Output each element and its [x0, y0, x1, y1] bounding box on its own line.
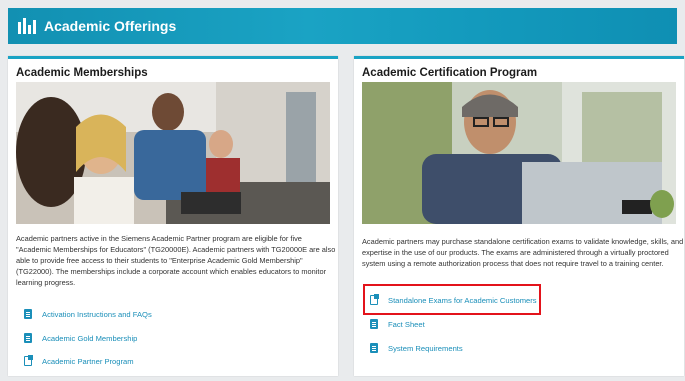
activation-instructions-link[interactable]: Activation Instructions and FAQs: [24, 309, 152, 319]
page-title: Academic Offerings: [44, 18, 177, 34]
link-label: Fact Sheet: [388, 319, 425, 329]
academic-memberships-card: Academic Memberships Academic partners a…: [8, 56, 338, 376]
academic-partner-program-link[interactable]: Academic Partner Program: [24, 355, 134, 366]
fact-sheet-link[interactable]: Fact Sheet: [370, 319, 425, 329]
document-icon: [370, 343, 378, 353]
document-icon: [24, 309, 32, 319]
certification-description: Academic partners may purchase standalon…: [362, 237, 684, 268]
link-label: System Requirements: [388, 343, 463, 353]
memberships-description: Academic partners active in the Siemens …: [16, 234, 336, 287]
document-icon: [370, 319, 378, 329]
link-label: Academic Partner Program: [42, 356, 134, 366]
memberships-title: Academic Memberships: [16, 67, 148, 79]
external-link-icon: [24, 355, 33, 366]
classroom-photo: [16, 82, 330, 224]
man-at-laptop-photo: [362, 82, 676, 224]
bar-chart-icon: [18, 18, 36, 34]
link-label: Academic Gold Membership: [42, 333, 138, 343]
page-banner: Academic Offerings: [8, 8, 677, 44]
academic-certification-card: Academic Certification Program Academic …: [354, 56, 684, 376]
academic-gold-membership-link[interactable]: Academic Gold Membership: [24, 333, 137, 343]
certification-title: Academic Certification Program: [362, 67, 538, 79]
system-requirements-link[interactable]: System Requirements: [370, 343, 463, 353]
highlight-box: [363, 284, 541, 315]
document-icon: [24, 333, 32, 343]
link-label: Activation Instructions and FAQs: [42, 309, 152, 319]
